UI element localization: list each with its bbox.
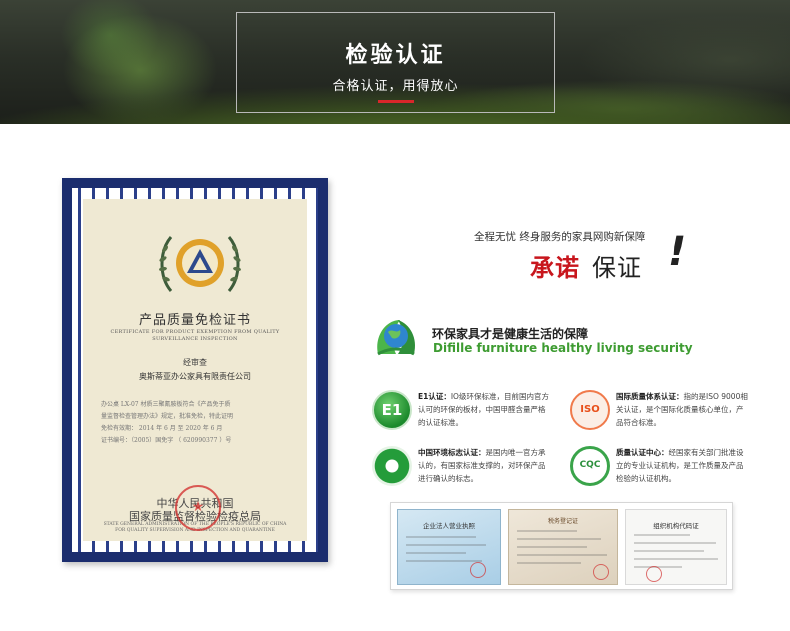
cert-item-text: E1认证：IO级环保标准，目前国内官方认可的环保的板材，中国甲醛含量严格的认证标… (418, 390, 550, 429)
certificate-title: 产品质量免检证书 (138, 313, 251, 328)
cert-item-e1: E1 E1认证：IO级环保标准，目前国内官方认可的环保的板材，中国甲醛含量严格的… (372, 390, 552, 434)
promise-black-text: 保证 (592, 254, 642, 282)
cqc-logo-icon: CQC (570, 446, 610, 486)
header-banner: 检验认证 合格认证，用得放心 (0, 0, 790, 124)
cert-item-heading: 国际质量体系认证： (616, 392, 684, 401)
promise-banner: 全程无忧 终身服务的家具网购新保障 承诺 保证 ! (474, 224, 694, 284)
business-license-photo: 企业法人营业执照 (397, 509, 501, 585)
cert-item-heading: E1认证： (418, 392, 451, 401)
certificate-body-line: 量监督检查管理办法》规定，批准免检，特此证明 (101, 413, 234, 420)
document-title: 税务登记证 (547, 518, 578, 525)
cert-item-heading: 中国环境标志认证： (418, 448, 486, 457)
eco-heading: 环保家具才是健康生活的保障 (432, 327, 589, 341)
business-documents-strip: 企业法人营业执照 税务登记证 组织机构代码证 (390, 502, 733, 590)
cert-item-environmental: 中国环境标志认证：是国内唯一官方承认的，有国家标准支撑的，对环保产品进行确认的标… (372, 446, 552, 490)
eco-heading-en: Difille furniture healthy living securit… (433, 341, 693, 355)
certificate-review-label: 经审查 (183, 358, 207, 367)
e1-logo-icon: E1 (372, 390, 412, 430)
cert-item-iso: ISO 国际质量体系认证：指的是ISO 9000相关认证，是个国际化质量核心单位… (570, 390, 750, 434)
cert-item-text: 质量认证中心：经国家有关部门批准设立的专业认证机构，是工作质量及产品检验的认证机… (616, 446, 748, 485)
cert-item-heading: 质量认证中心： (616, 448, 669, 457)
cert-item-cqc: CQC 质量认证中心：经国家有关部门批准设立的专业认证机构，是工作质量及产品检验… (570, 446, 750, 490)
banner-title: 检验认证 (345, 43, 446, 68)
promise-tagline: 全程无忧 终身服务的家具网购新保障 (474, 231, 646, 243)
certificate-company: 奥斯蒂亚办公家具有限责任公司 (139, 372, 251, 381)
promise-red-text: 承诺 (530, 254, 580, 282)
exclamation-mark: ! (668, 229, 687, 275)
certificate-title-en: CERTIFICATE FOR PRODUCT EXEMPTION FROM Q… (110, 329, 280, 342)
certificate-number: 证书编号：（2005）国免字 （ 620990377 ）号 (101, 437, 232, 444)
certificate-body-line: 办公桌 LX-07 材质三聚氰胺板符合《产品免于质 (101, 401, 231, 408)
organization-code-photo: 组织机构代码证 (625, 509, 727, 585)
cert-item-text: 中国环境标志认证：是国内唯一官方承认的，有国家标准支撑的，对环保产品进行确认的标… (418, 446, 550, 485)
china-environmental-label-icon (372, 446, 412, 486)
banner-title-box: 检验认证 合格认证，用得放心 (236, 12, 555, 113)
certificate-paper: 产品质量免检证书 CERTIFICATE FOR PRODUCT EXEMPTI… (83, 199, 307, 541)
document-title: 组织机构代码证 (653, 522, 699, 530)
red-stamp-icon (646, 566, 662, 582)
red-seal-icon (175, 485, 221, 531)
document-title: 企业法人营业执照 (423, 522, 475, 530)
certificate-emblem-icon (159, 236, 241, 292)
red-stamp-icon (593, 564, 609, 580)
certificate-validity: 免检有效期： 2014 年 6 月 至 2020 年 6 月 (101, 425, 223, 432)
certificate-frame: 产品质量免检证书 CERTIFICATE FOR PRODUCT EXEMPTI… (72, 188, 318, 552)
tax-registration-photo: 税务登记证 (508, 509, 618, 585)
eco-globe-icon (377, 320, 416, 356)
exemption-certificate: 产品质量免检证书 CERTIFICATE FOR PRODUCT EXEMPTI… (62, 178, 328, 562)
red-stamp-icon (470, 562, 486, 578)
cert-item-text: 国际质量体系认证：指的是ISO 9000相关认证，是个国际化质量核心单位，产品符… (616, 390, 748, 429)
banner-subtitle: 合格认证，用得放心 (332, 79, 459, 94)
banner-underline (377, 100, 414, 103)
certificate-body: 办公桌 LX-07 材质三聚氰胺板符合《产品免于质 量监督检查管理办法》规定，批… (101, 399, 295, 447)
iso-logo-icon: ISO (570, 390, 610, 430)
